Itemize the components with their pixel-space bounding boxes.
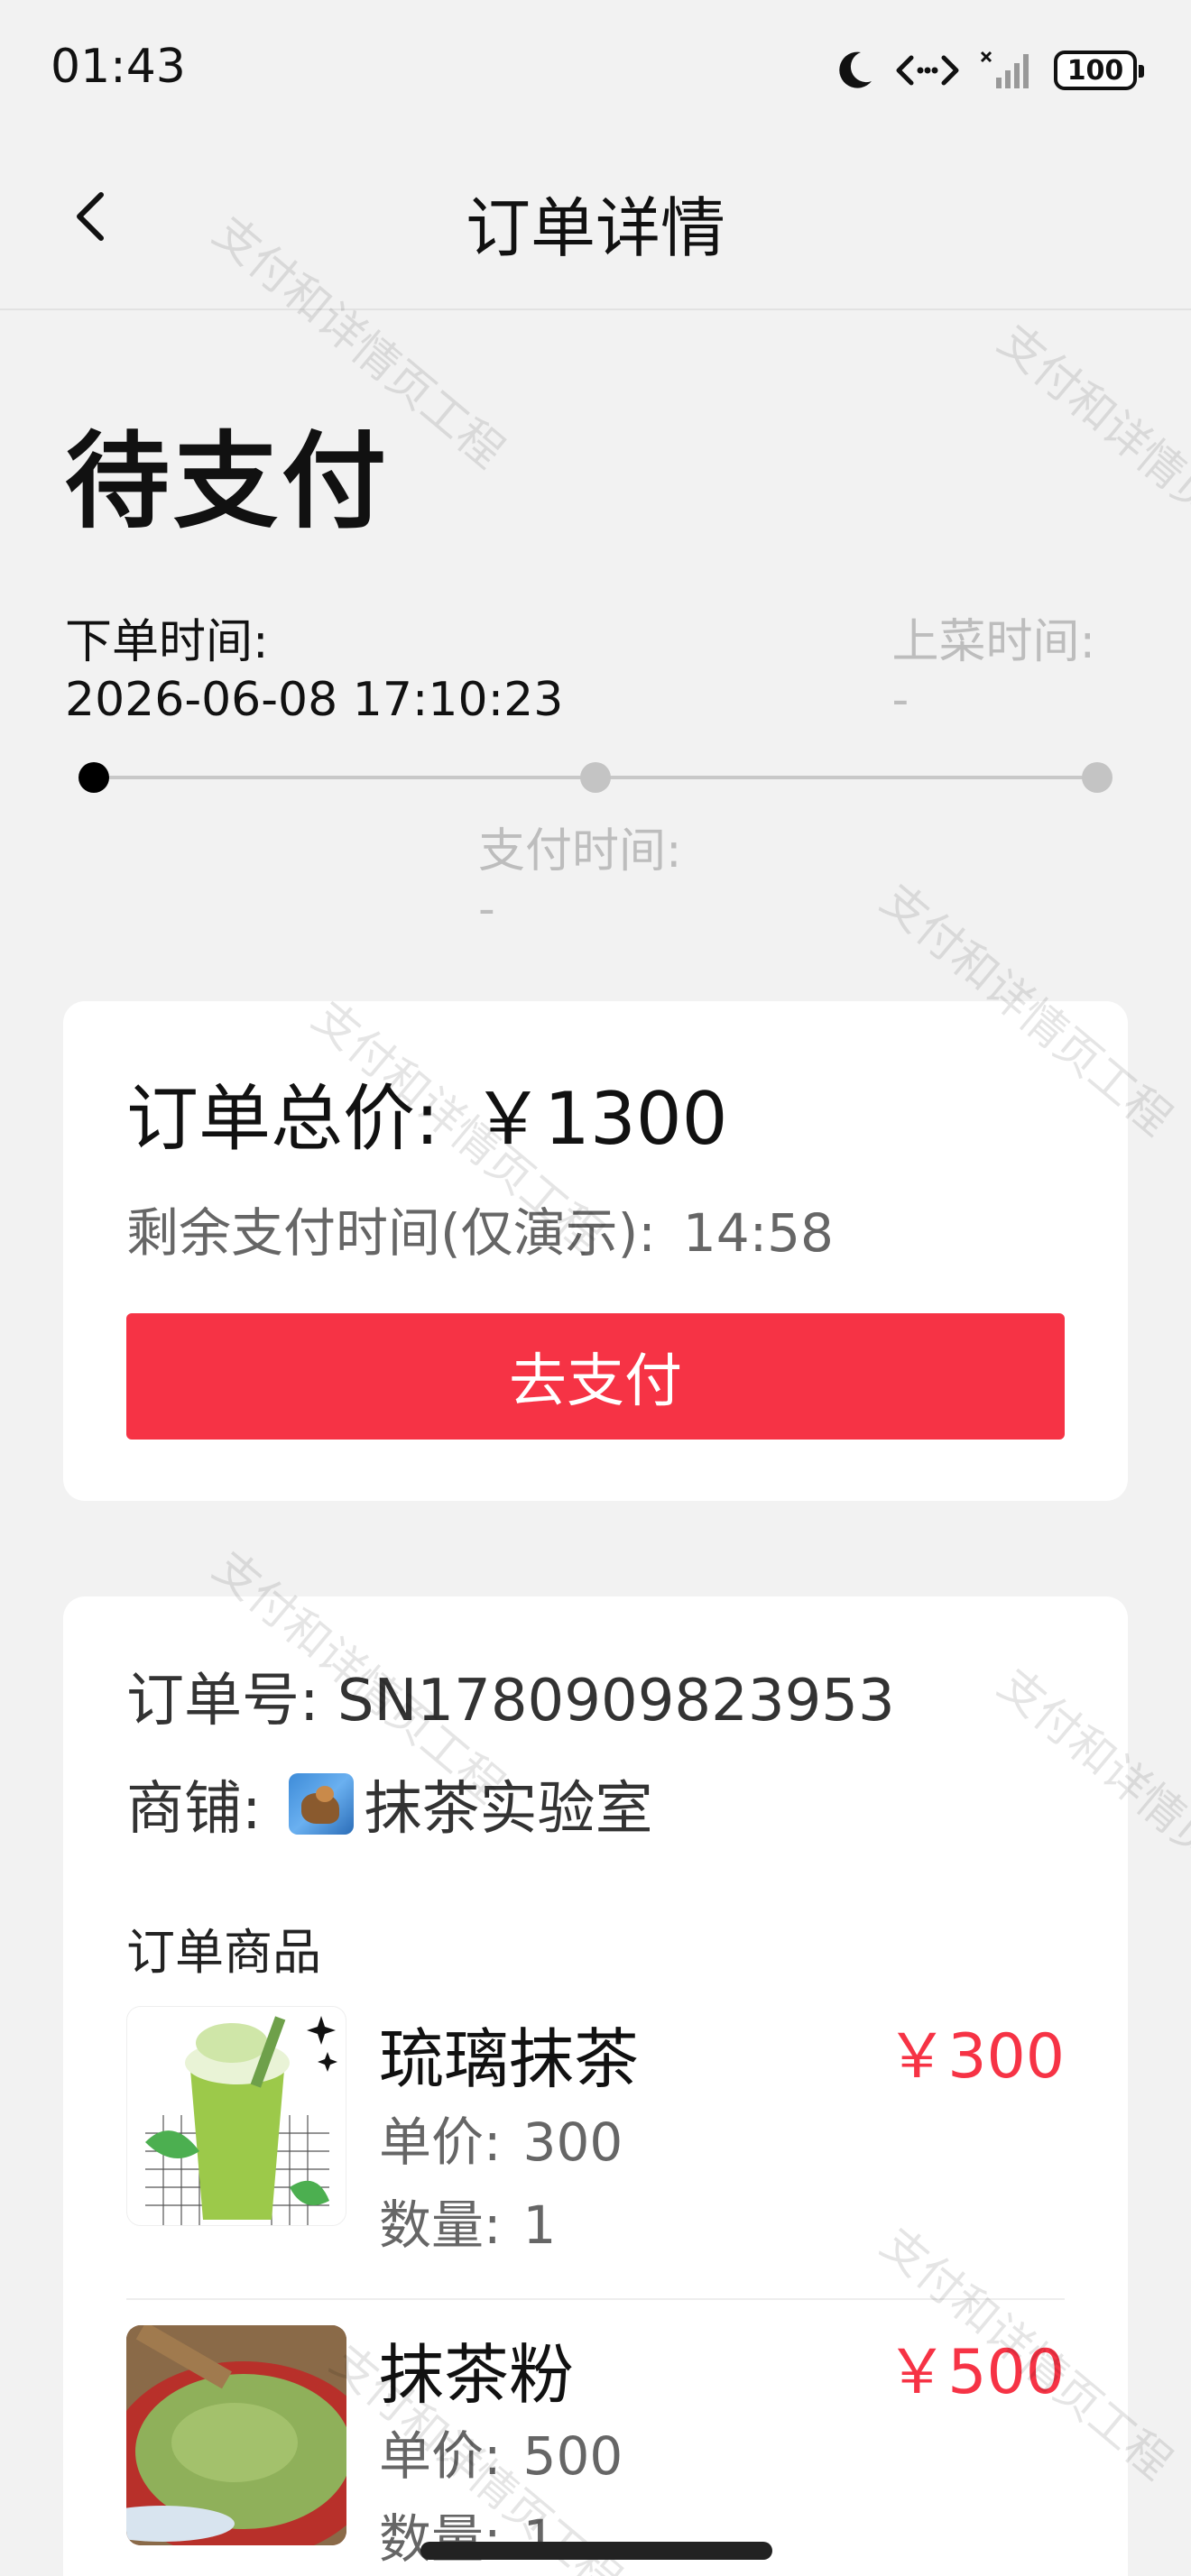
- countdown-value: 14:58: [682, 1202, 834, 1264]
- shop-avatar: [288, 1773, 354, 1835]
- shop-label: 商铺:: [126, 1776, 262, 1843]
- quantity-value: 1: [522, 2508, 557, 2570]
- payment-countdown: 剩余支付时间(仅演示): 14:58: [126, 1191, 834, 1266]
- matcha-powder-image: [126, 2325, 346, 2545]
- watermark: 支付和详情页工程: [988, 314, 1191, 586]
- countdown-label: 剩余支付时间(仅演示):: [126, 1202, 656, 1264]
- quantity-label: 数量:: [379, 2194, 502, 2256]
- link-icon: [896, 55, 959, 86]
- product-image: [126, 2325, 346, 2545]
- order-time-label: 下单时间:: [65, 615, 269, 669]
- order-number: 订单号: SN1780909823953: [126, 1668, 895, 1734]
- product-quantity: 数量: 1: [379, 2183, 556, 2259]
- product-unit-price: 单价: 500: [379, 2414, 623, 2489]
- timeline-step-serve: [1082, 762, 1113, 793]
- matcha-drink-image: [145, 2016, 337, 2225]
- timeline-step-order: [78, 762, 109, 793]
- timeline-step-pay: [580, 762, 611, 793]
- payment-card: 订单总价: ￥1300 剩余支付时间(仅演示): 14:58 去支付: [63, 1001, 1128, 1501]
- serve-time-label: 上菜时间:: [891, 615, 1095, 669]
- order-status: 待支付: [65, 421, 390, 543]
- unit-price-label: 单价:: [379, 2425, 502, 2487]
- pay-button[interactable]: 去支付: [126, 1313, 1065, 1440]
- serve-time-value: -: [891, 673, 909, 727]
- signal-icon: [980, 51, 1029, 88]
- page-title: 订单详情: [465, 190, 725, 266]
- battery-icon: 100: [1054, 51, 1144, 90]
- product-image: [126, 2006, 346, 2226]
- order-total-label: 订单总价:: [126, 1077, 439, 1161]
- product-quantity: 数量: 1: [379, 2497, 556, 2572]
- quantity-label: 数量:: [379, 2508, 502, 2570]
- pay-time-value: -: [478, 882, 495, 936]
- status-icons: 100: [836, 43, 1144, 97]
- shop-name[interactable]: 抹茶实验室: [365, 1762, 653, 1845]
- pay-time-label: 支付时间:: [478, 824, 682, 879]
- product-name: 琉璃抹茶: [379, 2021, 640, 2097]
- order-time: 下单时间: 2026-06-08 17:10:23: [65, 613, 563, 729]
- serve-time: 上菜时间: -: [891, 613, 1095, 729]
- unit-price-value: 300: [522, 2111, 623, 2173]
- moon-icon: [839, 51, 872, 88]
- status-time: 01:43: [51, 40, 186, 94]
- product-name: 抹茶粉: [379, 2337, 575, 2413]
- product-price: ￥500: [886, 2337, 1065, 2408]
- home-indicator[interactable]: [420, 2542, 772, 2560]
- unit-price-value: 500: [522, 2425, 623, 2487]
- battery-level: 100: [1066, 54, 1124, 87]
- quantity-value: 1: [522, 2194, 557, 2256]
- order-time-value: 2026-06-08 17:10:23: [65, 673, 564, 727]
- product-price: ￥300: [886, 2021, 1065, 2093]
- order-total-value: ￥1300: [471, 1077, 728, 1161]
- nav-bar: 订单详情: [0, 135, 1191, 310]
- progress-timeline: [78, 762, 1113, 793]
- shop-info: 商铺: 抹茶实验室: [126, 1762, 653, 1845]
- order-total: 订单总价: ￥1300: [126, 1061, 728, 1165]
- product-unit-price: 单价: 300: [379, 2100, 623, 2176]
- unit-price-label: 单价:: [379, 2111, 502, 2173]
- status-bar: 01:43 100: [0, 0, 1191, 135]
- pay-time: 支付时间: -: [478, 823, 682, 938]
- product-item[interactable]: 琉璃抹茶 ￥300 单价: 300 数量: 1: [126, 2006, 1065, 2300]
- order-info-card: 订单号: SN1780909823953 商铺: 抹茶实验室 订单商品 琉璃抹茶…: [63, 1596, 1128, 2576]
- product-item[interactable]: 抹茶粉 ￥500 单价: 500 数量: 1: [126, 2300, 1065, 2571]
- order-items-title: 订单商品: [126, 1924, 321, 1981]
